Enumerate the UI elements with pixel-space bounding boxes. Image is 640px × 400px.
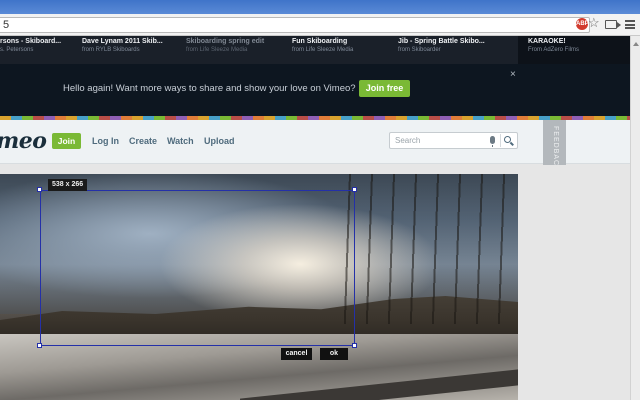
ok-button[interactable]: ok xyxy=(320,348,348,360)
address-bar-url: 5 xyxy=(3,19,10,31)
resize-handle-bottom-left[interactable] xyxy=(37,343,42,348)
join-free-button[interactable]: Join free xyxy=(359,80,410,97)
page-scrollbar[interactable] xyxy=(630,36,640,400)
promo-banner-message: Hello again! Want more ways to share and… xyxy=(63,83,356,94)
related-video-item[interactable]: Jib - Spring Battle Skibo... from Skiboa… xyxy=(398,37,485,54)
scroll-up-icon[interactable] xyxy=(633,42,639,46)
related-video-item[interactable]: Skiboarding spring edit from Life Sleeze… xyxy=(186,37,264,54)
related-videos-strip: rsons - Skiboard... s. Petersons Dave Ly… xyxy=(0,36,630,64)
join-button[interactable]: Join xyxy=(52,133,81,149)
chrome-menu-icon[interactable] xyxy=(625,20,635,29)
browser-toolbar: 5 ABP ☆ xyxy=(0,14,640,36)
related-video-item[interactable]: rsons - Skiboard... s. Petersons xyxy=(0,37,61,54)
nav-log-in[interactable]: Log In xyxy=(92,136,119,146)
cancel-button[interactable]: cancel xyxy=(281,348,312,360)
close-icon[interactable]: × xyxy=(510,69,516,80)
related-video-item[interactable]: Dave Lynam 2011 Skib... from RYLB Skiboa… xyxy=(82,37,163,54)
microphone-icon[interactable] xyxy=(490,136,495,147)
resize-handle-bottom-right[interactable] xyxy=(352,343,357,348)
video-frame-trees xyxy=(340,174,518,324)
camera-extension-icon[interactable] xyxy=(605,20,621,29)
nav-upload[interactable]: Upload xyxy=(204,136,235,146)
nav-create[interactable]: Create xyxy=(129,136,157,146)
resize-handle-top-left[interactable] xyxy=(37,187,42,192)
adblock-extension-icon[interactable]: ABP xyxy=(576,18,589,30)
resize-handle-top-right[interactable] xyxy=(352,187,357,192)
search-placeholder: Search xyxy=(395,136,421,145)
featured-video-item[interactable]: KARAOKE! From AdZero Films xyxy=(518,36,630,64)
vimeo-logo[interactable]: meo xyxy=(0,128,47,154)
search-icon[interactable] xyxy=(504,136,511,143)
search-input[interactable]: Search xyxy=(389,132,518,149)
related-video-item[interactable]: Fun Skiboarding from Life Sleeze Media xyxy=(292,37,353,54)
selection-size-label: 538 x 266 xyxy=(48,179,88,191)
nav-watch[interactable]: Watch xyxy=(167,136,194,146)
search-divider xyxy=(500,134,501,147)
bookmark-star-icon[interactable]: ☆ xyxy=(588,15,600,31)
capture-selection-box[interactable] xyxy=(40,190,355,346)
site-header: meo Join Log In Create Watch Upload Sear… xyxy=(0,120,630,164)
browser-tab-strip xyxy=(0,0,640,14)
address-bar[interactable]: 5 xyxy=(0,17,590,33)
promo-banner: Hello again! Want more ways to share and… xyxy=(0,64,630,116)
